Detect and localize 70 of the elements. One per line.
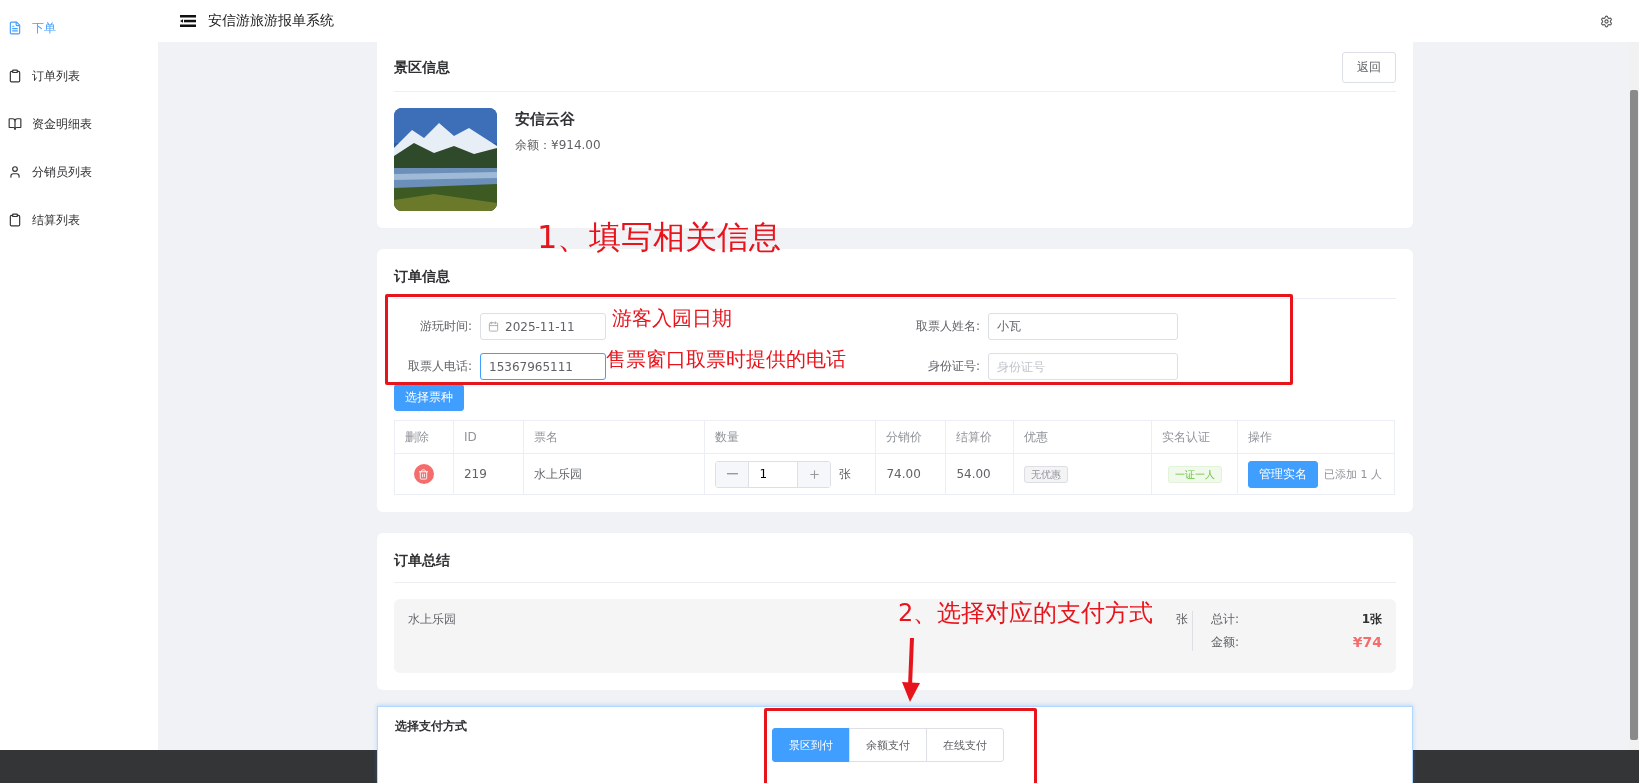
sidebar-label: 分销员列表	[32, 163, 92, 181]
added-count: 已添加 1 人	[1323, 466, 1382, 482]
table-cell: 74.00	[875, 453, 946, 495]
quantity-field[interactable]: 1	[748, 461, 799, 487]
table-cell: 219	[453, 453, 524, 495]
input-field[interactable]: 小瓦	[988, 313, 1178, 340]
total-value: 1张	[1360, 611, 1382, 628]
total-label: 总计:	[1211, 611, 1241, 628]
sidebar-item[interactable]: 资金明细表	[0, 100, 158, 148]
sidebar-item[interactable]: 结算列表	[0, 196, 158, 244]
table-cell: 水上乐园	[523, 453, 705, 495]
card-title: 景区信息	[394, 58, 450, 77]
clipboard-icon	[8, 213, 22, 227]
annotation-text: 1、填写相关信息	[537, 220, 782, 256]
sidebar-label: 订单列表	[32, 67, 80, 85]
column-header: 票名	[523, 420, 705, 454]
delete-button[interactable]	[413, 464, 434, 484]
scrollbar[interactable]	[1629, 42, 1639, 750]
column-header: 删除	[394, 420, 454, 454]
amount-label: 金额:	[1211, 634, 1241, 651]
clipboard-icon	[8, 69, 22, 83]
column-header: 操作	[1237, 420, 1395, 454]
sidebar-label: 结算列表	[32, 211, 80, 229]
table-cell: 54.00	[945, 453, 1014, 495]
payment-option[interactable]: 余额支付	[849, 728, 927, 762]
unit-text: 张	[839, 465, 852, 483]
back-button[interactable]: 返回	[1342, 52, 1396, 83]
column-header: 实名认证	[1151, 420, 1238, 454]
annotation-text: 2、选择对应的支付方式	[898, 600, 1154, 627]
payment-option[interactable]: 在线支付	[926, 728, 1004, 762]
app-title: 安信游旅游报单系统	[208, 12, 334, 30]
document-icon	[8, 21, 22, 35]
card-title: 订单信息	[394, 267, 450, 286]
column-header: 优惠	[1013, 420, 1152, 454]
column-header: 分销价	[875, 420, 946, 454]
menu-icon[interactable]	[180, 15, 196, 27]
scenic-name: 安信云谷	[515, 110, 576, 129]
input-field[interactable]: 15367965111	[480, 353, 606, 380]
amount-value: ¥74	[1352, 634, 1382, 651]
annotation-arrow	[900, 638, 922, 704]
item-count: 张	[1176, 611, 1188, 628]
column-header: 数量	[705, 420, 876, 454]
payment-title: 选择支付方式	[395, 718, 467, 735]
date-field[interactable]: 2025-11-11	[480, 313, 606, 340]
column-header: ID	[453, 420, 524, 454]
item-name: 水上乐园	[408, 611, 456, 628]
sidebar-item[interactable]: 订单列表	[0, 52, 158, 100]
calendar-icon	[488, 321, 499, 332]
minus-icon	[727, 473, 738, 475]
sidebar-label: 下单	[32, 19, 56, 37]
sidebar-label: 资金明细表	[32, 115, 92, 133]
annotation-text: 游客入园日期	[612, 307, 732, 329]
realname-tag: 一证一人	[1167, 465, 1222, 483]
plus-icon	[808, 467, 821, 481]
field-label: 取票人电话:	[406, 358, 473, 375]
column-header: 结算价	[945, 420, 1014, 454]
quantity-stepper[interactable]: 1	[715, 460, 832, 488]
sidebar-item[interactable]: 分销员列表	[0, 148, 158, 196]
balance-text: 余额：¥914.00	[515, 137, 601, 154]
user-icon	[8, 165, 22, 179]
field-label: 取票人姓名:	[914, 318, 981, 335]
card-title: 订单总结	[394, 551, 450, 570]
settings-icon[interactable]	[1600, 14, 1613, 28]
annotation-text: 售票窗口取票时提供的电话	[606, 348, 846, 370]
field-label: 身份证号:	[926, 358, 981, 375]
trash-icon	[418, 468, 430, 480]
discount-tag: 无优惠	[1024, 465, 1069, 483]
field-label: 游玩时间:	[418, 318, 473, 335]
book-icon	[8, 117, 22, 131]
input-field[interactable]: 身份证号	[988, 353, 1178, 380]
